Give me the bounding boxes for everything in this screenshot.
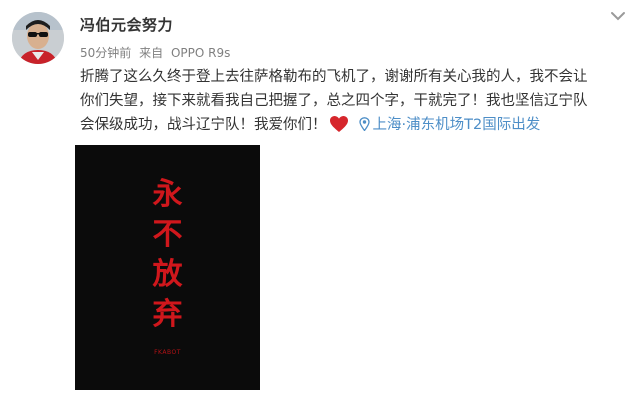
- weibo-post: 冯伯元会努力 50分钟前 来自 OPPO R9s 折腾了这么久终于登上去往萨格勒…: [0, 0, 640, 400]
- location-pin-icon: [358, 117, 370, 131]
- poster-char: 不: [152, 217, 183, 252]
- location-link[interactable]: 上海·浦东机场T2国际出发: [351, 117, 541, 133]
- poster-char: 永: [152, 177, 183, 212]
- post-text: 折腾了这么久终于登上去往萨格勒布的飞机了，谢谢所有关心我的人，我不会让 你们失望…: [80, 65, 625, 137]
- post-text-last-line: 会保级成功，战斗辽宁队！我爱你们！ 上海·浦东机场T2国际出发: [80, 113, 625, 137]
- source-prefix: 来自: [139, 46, 164, 60]
- post-text-line: 你们失望，接下来就看我自己把握了，总之四个字，干就完了！我也坚信辽宁队: [80, 93, 588, 109]
- poster-char: 弃: [152, 297, 183, 332]
- poster-brand: FKABOT: [154, 349, 181, 356]
- poster-char: 放: [152, 257, 183, 292]
- username[interactable]: 冯伯元会努力: [80, 14, 173, 35]
- avatar[interactable]: [12, 12, 64, 64]
- chevron-down-icon[interactable]: [610, 10, 626, 22]
- poster-title: 永 不 放 弃: [75, 175, 260, 335]
- post-time[interactable]: 50分钟前: [80, 46, 131, 60]
- location-text[interactable]: 上海·浦东机场T2国际出发: [373, 117, 541, 133]
- post-text-line: 折腾了这么久终于登上去往萨格勒布的飞机了，谢谢所有关心我的人，我不会让: [80, 69, 588, 85]
- avatar-image: [12, 12, 64, 64]
- post-image[interactable]: 永 不 放 弃 FKABOT: [75, 145, 260, 390]
- post-text-line: 会保级成功，战斗辽宁队！我爱你们！: [80, 117, 327, 133]
- source-device[interactable]: OPPO R9s: [171, 46, 230, 60]
- heart-icon: [329, 116, 348, 132]
- post-meta: 50分钟前 来自 OPPO R9s: [80, 44, 234, 61]
